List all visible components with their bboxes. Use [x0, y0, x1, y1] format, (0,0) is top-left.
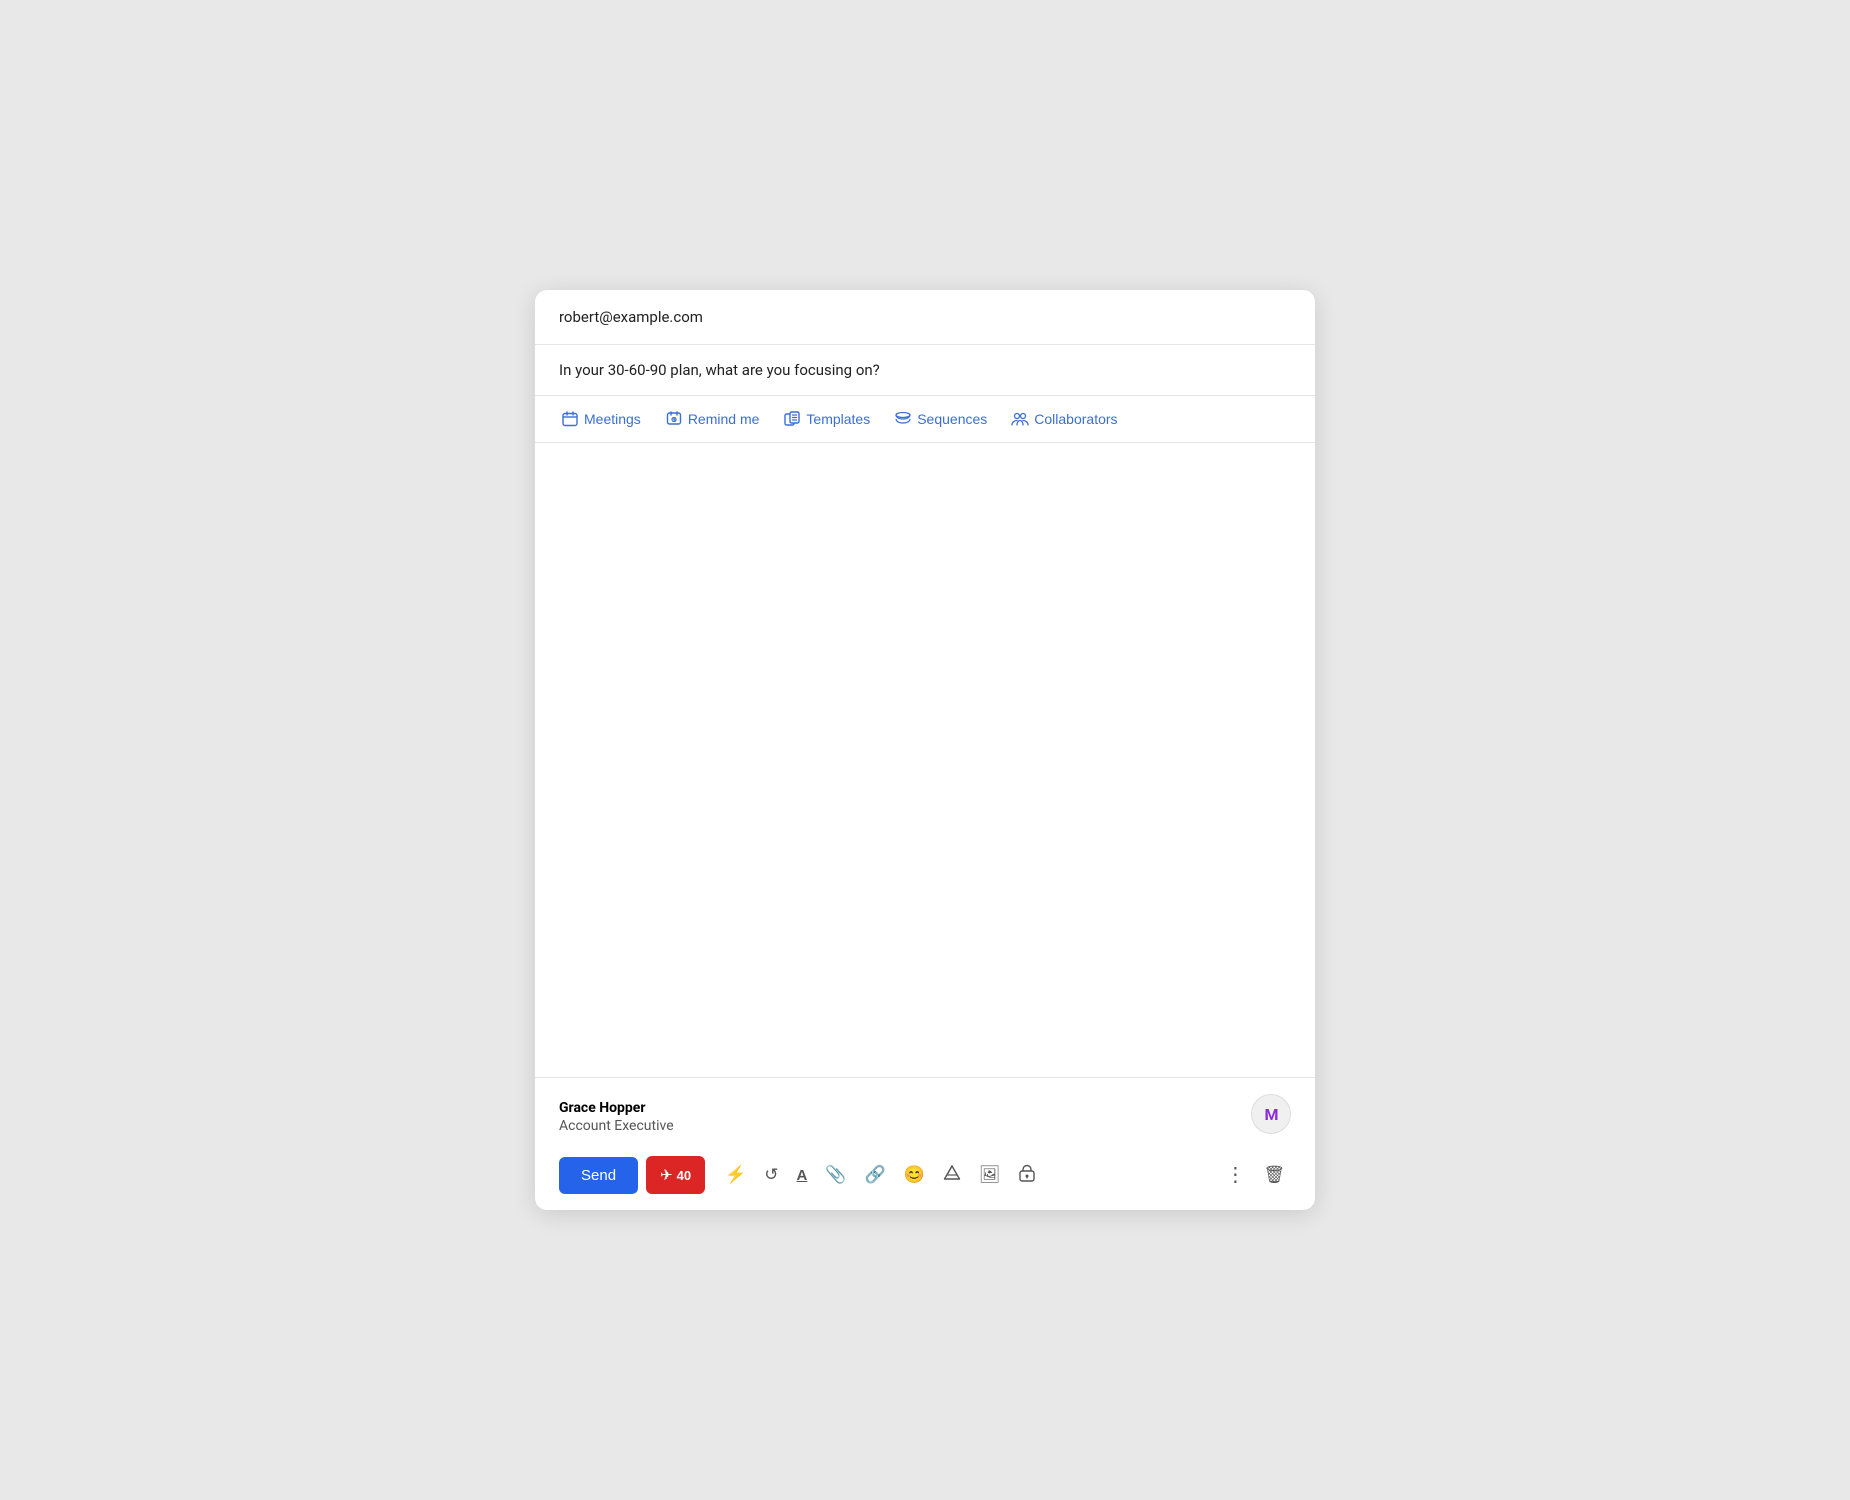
more-options-button[interactable]: ⋮	[1219, 1159, 1251, 1191]
emoji-button[interactable]: 😊	[898, 1159, 931, 1191]
subject-row: In your 30-60-90 plan, what are you focu…	[535, 345, 1315, 396]
drive-icon	[943, 1164, 961, 1187]
bottom-toolbar: Send ✈ 40 ⚡ ↺ A 📎 🔗 😊	[535, 1144, 1315, 1210]
meetings-button[interactable]: Meetings	[559, 406, 643, 432]
to-row: robert@example.com	[535, 290, 1315, 345]
schedule-send-icon	[1018, 1164, 1036, 1187]
send-tracked-icon: ✈	[660, 1166, 673, 1184]
signature-block: Grace Hopper Account Executive	[559, 1100, 674, 1134]
templates-icon	[783, 410, 801, 428]
image-button[interactable]: 🖼	[973, 1159, 1007, 1191]
signature-name: Grace Hopper	[559, 1100, 674, 1116]
templates-button[interactable]: Templates	[781, 406, 872, 432]
toolbar-row: Meetings Remind me	[535, 396, 1315, 443]
mixmax-avatar[interactable]: M	[1251, 1094, 1291, 1134]
send-label: Send	[581, 1167, 616, 1184]
attachment-icon: 📎	[825, 1165, 846, 1185]
remind-me-label: Remind me	[688, 411, 760, 427]
sequences-button[interactable]: Sequences	[892, 406, 989, 432]
schedule-send-button[interactable]	[1012, 1158, 1042, 1193]
font-button[interactable]: A	[791, 1161, 814, 1190]
sequences-icon	[894, 410, 912, 428]
sequences-label: Sequences	[917, 411, 987, 427]
meetings-icon	[561, 410, 579, 428]
trash-icon: 🗑	[1263, 1165, 1285, 1185]
signature-area: Grace Hopper Account Executive M	[535, 1077, 1315, 1144]
to-address: robert@example.com	[559, 308, 703, 326]
remind-me-icon	[665, 410, 683, 428]
remind-me-button[interactable]: Remind me	[663, 406, 762, 432]
email-body[interactable]	[535, 443, 1315, 1077]
delete-button[interactable]: 🗑	[1257, 1159, 1291, 1191]
collaborators-icon	[1011, 410, 1029, 428]
templates-label: Templates	[806, 411, 870, 427]
compose-window: robert@example.com In your 30-60-90 plan…	[535, 290, 1315, 1210]
undo-icon: ↺	[764, 1165, 778, 1185]
subject-text: In your 30-60-90 plan, what are you focu…	[559, 361, 880, 379]
image-icon: 🖼	[979, 1165, 1001, 1185]
link-button[interactable]: 🔗	[859, 1159, 892, 1191]
collaborators-button[interactable]: Collaborators	[1009, 406, 1119, 432]
tracking-count: 40	[677, 1168, 691, 1183]
send-tracked-button[interactable]: ✈ 40	[646, 1156, 705, 1194]
lightning-button[interactable]: ⚡	[719, 1159, 752, 1191]
send-button[interactable]: Send	[559, 1157, 638, 1194]
drive-button[interactable]	[937, 1158, 967, 1193]
lightning-icon: ⚡	[725, 1165, 746, 1185]
attachment-button[interactable]: 📎	[819, 1159, 852, 1191]
emoji-icon: 😊	[904, 1165, 925, 1185]
undo-button[interactable]: ↺	[758, 1159, 784, 1191]
link-icon: 🔗	[865, 1165, 886, 1185]
font-icon: A	[797, 1167, 808, 1184]
meetings-label: Meetings	[584, 411, 641, 427]
signature-title: Account Executive	[559, 1118, 674, 1134]
collaborators-label: Collaborators	[1034, 411, 1117, 427]
more-options-icon: ⋮	[1225, 1165, 1245, 1185]
avatar-label: M	[1264, 1105, 1277, 1124]
